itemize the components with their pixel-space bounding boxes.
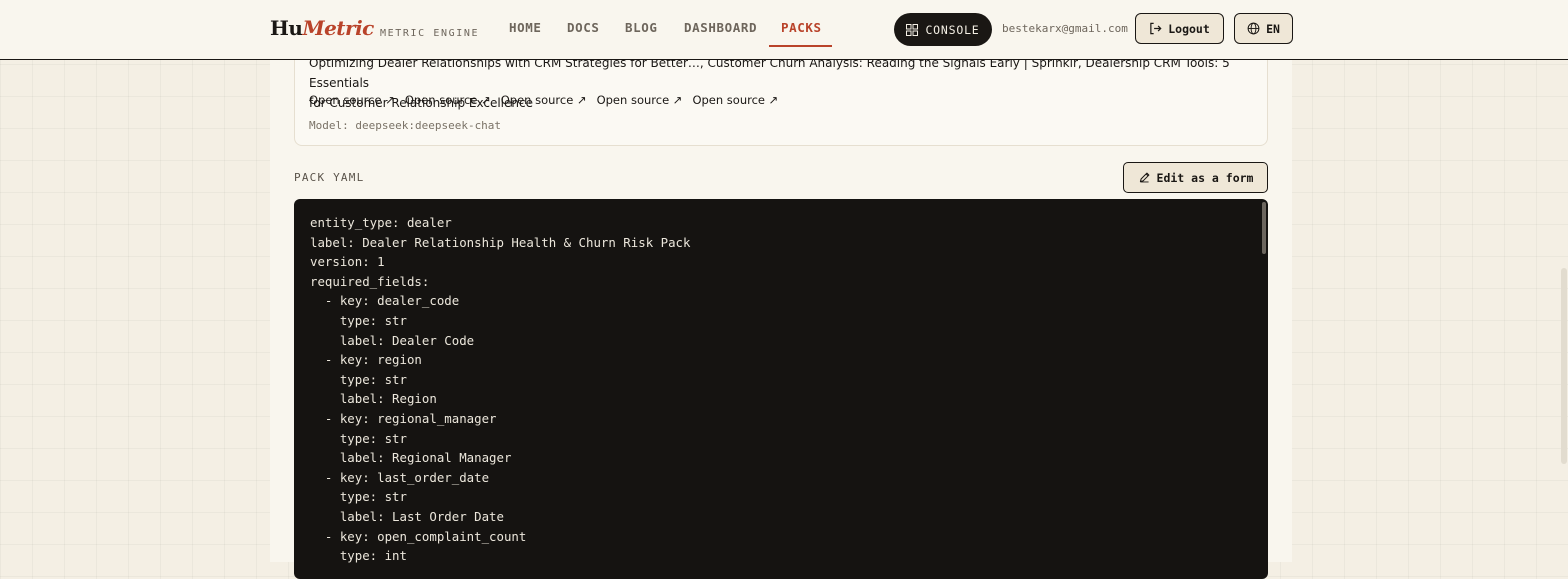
open-source-link-1[interactable]: Open source ↗	[309, 93, 395, 107]
nav-blog[interactable]: BLOG	[625, 20, 658, 35]
top-nav-bar: HuMetric METRIC ENGINE HOME DOCS BLOG DA…	[0, 0, 1568, 60]
yaml-line: label: Dealer Code	[310, 333, 475, 348]
editor-scrollbar[interactable]	[1262, 202, 1266, 254]
yaml-line: label: Region	[310, 391, 437, 406]
yaml-line: type: str	[310, 489, 407, 504]
console-label: CONSOLE	[925, 22, 980, 37]
model-label: Model: deepseek:deepseek-chat	[309, 119, 502, 132]
open-source-link-5[interactable]: Open source ↗	[692, 93, 778, 107]
yaml-line: - key: regional_manager	[310, 411, 497, 426]
yaml-line: - key: last_order_date	[310, 470, 490, 485]
grid-icon	[906, 23, 919, 36]
pencil-icon	[1139, 172, 1149, 183]
external-arrow-icon: ↗	[481, 93, 491, 107]
nav-home[interactable]: HOME	[509, 20, 542, 35]
external-arrow-icon: ↗	[385, 93, 395, 107]
brand-subtitle: METRIC ENGINE	[380, 28, 480, 39]
edit-as-form-button[interactable]: Edit as a form	[1123, 162, 1268, 193]
user-email: bestekarx@gmail.com	[1002, 22, 1128, 35]
sources-text-line1: Optimizing Dealer Relationships with CRM…	[309, 56, 1230, 90]
console-button[interactable]: CONSOLE	[894, 13, 992, 46]
yaml-line: label: Last Order Date	[310, 509, 504, 524]
yaml-line: version: 1	[310, 254, 385, 269]
open-source-link-4[interactable]: Open source ↗	[597, 93, 683, 107]
yaml-line: type: int	[310, 548, 407, 563]
language-button[interactable]: EN	[1234, 13, 1293, 44]
yaml-line: - key: region	[310, 352, 422, 367]
active-tab-indicator	[769, 45, 832, 47]
page-scrollbar[interactable]	[1561, 268, 1567, 464]
yaml-line: type: str	[310, 372, 407, 387]
yaml-line: - key: open_complaint_count	[310, 529, 527, 544]
nav-packs[interactable]: PACKS	[781, 20, 822, 35]
yaml-line: - key: dealer_code	[310, 293, 460, 308]
logout-icon	[1150, 22, 1162, 35]
yaml-line: type: str	[310, 431, 407, 446]
yaml-line: label: Dealer Relationship Health & Chur…	[310, 235, 691, 250]
yaml-editor[interactable]: entity_type: dealer label: Dealer Relati…	[294, 199, 1268, 579]
yaml-line: type: str	[310, 313, 407, 328]
nav-dashboard[interactable]: DASHBOARD	[684, 20, 757, 35]
yaml-line: required_fields:	[310, 274, 430, 289]
globe-icon	[1247, 22, 1260, 35]
external-arrow-icon: ↗	[672, 93, 683, 107]
yaml-line: entity_type: dealer	[310, 215, 452, 230]
brand-logo[interactable]: HuMetric	[270, 16, 374, 40]
logout-label: Logout	[1168, 21, 1210, 36]
pack-yaml-heading: PACK YAML	[294, 171, 365, 184]
open-source-link-2[interactable]: Open source ↗	[405, 93, 491, 107]
external-arrow-icon: ↗	[768, 93, 779, 107]
open-source-link-3[interactable]: Open source ↗	[501, 93, 587, 107]
external-arrow-icon: ↗	[576, 93, 587, 107]
language-label: EN	[1266, 21, 1280, 36]
edit-as-form-label: Edit as a form	[1156, 170, 1254, 185]
source-links: Open source ↗ Open source ↗ Open source …	[309, 93, 788, 107]
nav-docs[interactable]: DOCS	[567, 20, 600, 35]
logout-button[interactable]: Logout	[1135, 13, 1224, 44]
yaml-line: label: Regional Manager	[310, 450, 512, 465]
